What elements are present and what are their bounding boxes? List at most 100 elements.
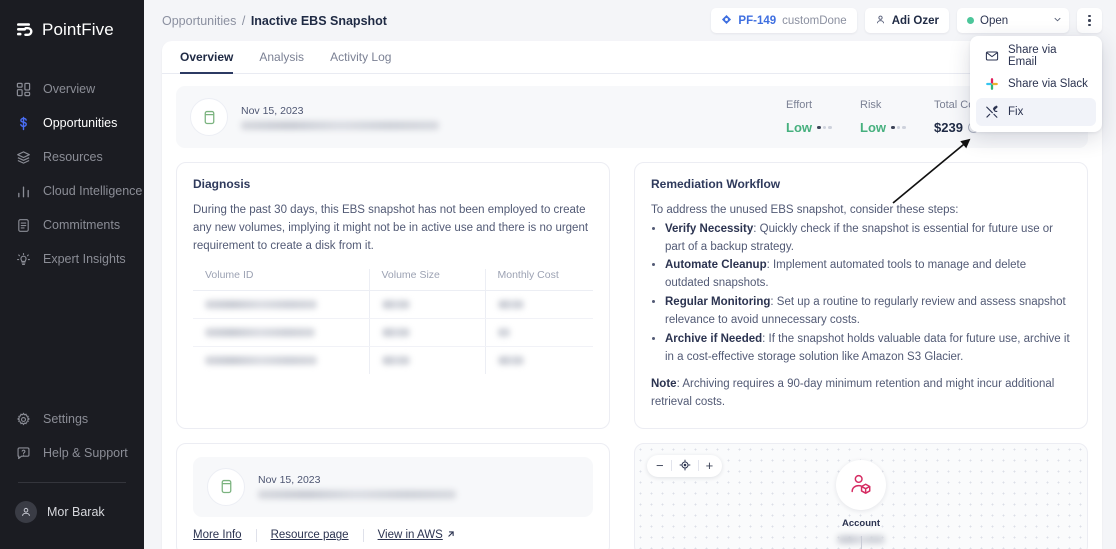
metric-value: Low [860,120,886,135]
graph-node-label: Account [842,517,880,529]
cell-volume-size [369,318,486,348]
sidebar-item-overview[interactable]: Overview [0,72,144,106]
sidebar-item-settings[interactable]: Settings [0,402,144,436]
topbar: Opportunities / Inactive EBS Snapshot PF… [144,0,1116,41]
remediation-card: Remediation Workflow To address the unus… [634,162,1088,429]
menu-item-label: Fix [1008,106,1024,118]
table-row[interactable] [193,290,593,320]
diamond-icon [721,14,732,28]
resource-strip-bottom: Nov 15, 2023 [193,456,593,517]
snapshot-icon [207,467,245,506]
pointfive-logo-icon [14,20,34,40]
brand-name: PointFive [42,20,114,39]
sidebar-item-label: Settings [43,411,89,426]
metric-value: Low [786,120,812,135]
resource-graph-canvas[interactable]: − + Account [634,442,1088,549]
tab-analysis[interactable]: Analysis [259,41,304,74]
column-volume-id: Volume ID [193,269,370,292]
breadcrumb-parent[interactable]: Opportunities [162,14,236,28]
table-row[interactable] [193,346,593,375]
risk-dots-icon [891,125,906,130]
table-row[interactable] [193,318,593,348]
resource-meta: Nov 15, 2023 [258,474,456,500]
graph-zoom-controls: − + [647,454,723,477]
sidebar-user[interactable]: Mor Barak [0,495,144,529]
status-dot-icon [967,17,974,24]
sidebar-item-resources[interactable]: Resources [0,140,144,174]
metric-effort: Effort Low [786,99,860,135]
sidebar-item-expert-insights[interactable]: Expert Insights [0,242,144,276]
assignee-name: Adi Ozer [891,14,939,27]
step-term: Automate Cleanup [665,259,767,272]
link-resource-page[interactable]: Resource page [271,529,349,541]
gear-icon [15,411,32,428]
redacted-value [497,356,524,366]
metric-value: $239 [934,120,963,135]
resource-meta: Nov 15, 2023 [241,105,439,130]
sidebar-item-label: Resources [43,149,103,164]
menu-item-fix[interactable]: Fix [976,98,1096,126]
resource-name-redacted [258,490,456,500]
diagnosis-title: Diagnosis [193,177,251,191]
menu-item-share-via-email[interactable]: Share via Email [976,42,1096,70]
sidebar-item-cloud-intelligence[interactable]: Cloud Intelligence [0,174,144,208]
tab-overview[interactable]: Overview [180,41,234,74]
cell-volume-size [369,290,486,320]
target-icon[interactable] [679,459,691,473]
menu-item-share-via-slack[interactable]: Share via Slack [976,70,1096,98]
cell-volume-id [193,318,370,348]
more-options-icon[interactable] [1077,8,1102,33]
redacted-value [205,328,315,338]
help-chat-icon [15,445,32,462]
effort-dots-icon [817,125,832,130]
zoom-out-button[interactable]: − [656,459,664,472]
breadcrumb-current: Inactive EBS Snapshot [250,13,387,28]
sidebar-item-help-support[interactable]: Help & Support [0,436,144,470]
redacted-value [381,356,410,366]
main-area: Opportunities / Inactive EBS Snapshot PF… [144,0,1116,549]
link-more-info[interactable]: More Info [193,529,242,541]
list-item: Automate Cleanup: Implement automated to… [665,257,1071,293]
cell-volume-id [193,290,370,320]
sidebar-item-label: Opportunities [43,115,118,130]
sidebar-item-label: Cloud Intelligence [43,183,143,198]
user-avatar-icon [15,501,37,523]
brand-logo[interactable]: PointFive [0,0,144,46]
sidebar-user-name: Mor Barak [47,505,105,519]
sidebar-item-opportunities[interactable]: Opportunities [0,106,144,140]
cell-monthly-cost [485,290,593,320]
sidebar-nav: Overview Opportunities Resources Cloud I… [0,72,144,276]
slack-icon [984,77,999,92]
tab-activity-log[interactable]: Activity Log [330,41,391,74]
panel-scroll-area: Nov 15, 2023 Effort Low Risk Low Total C… [162,74,1102,549]
remediation-steps: Verify Necessity: Quickly check if the s… [665,221,1071,367]
sidebar-item-label: Overview [43,81,96,96]
control-divider [697,460,699,472]
sidebar-divider [18,482,126,483]
redacted-value [205,356,317,366]
status-select[interactable]: Open [957,8,1069,33]
ticket-system: customDone [782,14,847,27]
sidebar-item-label: Expert Insights [43,251,126,266]
zoom-in-button[interactable]: + [706,459,714,472]
sidebar-item-label: Commitments [43,217,121,232]
link-view-in-aws[interactable]: View in AWS [378,529,456,542]
envelope-icon [984,49,999,64]
remediation-title: Remediation Workflow [651,177,781,191]
status-label: Open [980,14,1009,27]
graph-node-account[interactable]: Account [836,459,886,544]
note-term: Note [651,378,677,391]
list-item: Regular Monitoring: Set up a routine to … [665,294,1071,330]
graph-edge [861,535,862,549]
ticket-id: PF-149 [738,14,777,27]
metric-value-wrap: Low [860,120,934,135]
cell-monthly-cost [485,347,593,375]
metric-label: Effort [786,99,813,111]
table-header-row: Volume ID Volume Size Monthly Cost [193,269,593,292]
sidebar-item-commitments[interactable]: Commitments [0,208,144,242]
diagnosis-text: During the past 30 days, this EBS snapsh… [193,204,589,252]
tools-icon [984,105,999,120]
ticket-pill[interactable]: PF-149 customDone [711,8,857,33]
assignee-pill[interactable]: Adi Ozer [864,8,949,33]
app-root: PointFive Overview Opportunities Resourc… [0,0,1116,549]
